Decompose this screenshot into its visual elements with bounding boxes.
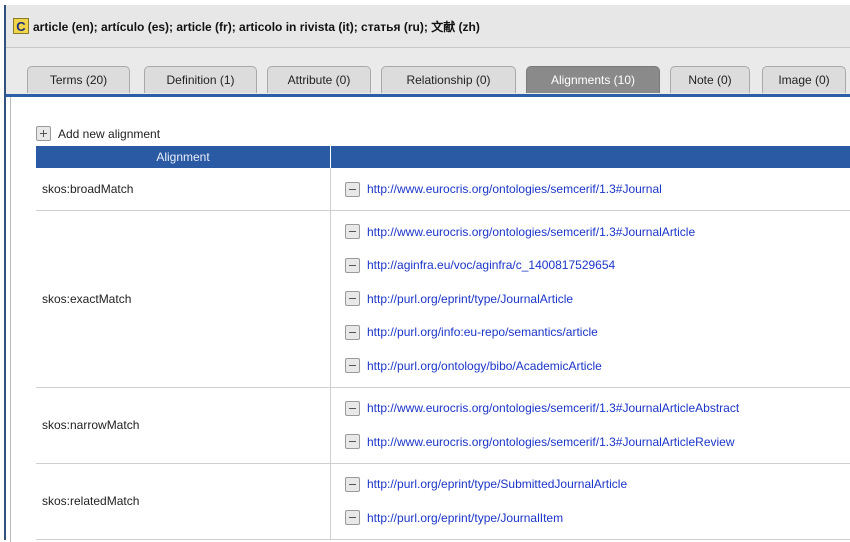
remove-alignment-button[interactable]: [345, 182, 360, 197]
table-row: skos:narrowMatch http://www.eurocris.org…: [36, 387, 850, 463]
tab-definition[interactable]: Definition (1): [144, 66, 257, 93]
alignment-uri-link[interactable]: http://purl.org/eprint/type/JournalArtic…: [367, 292, 573, 306]
table-header-row: Alignment: [36, 146, 850, 168]
alignment-type: skos:relatedMatch: [36, 463, 331, 539]
uri-cell: http://www.eurocris.org/ontologies/semce…: [331, 387, 850, 463]
remove-alignment-button[interactable]: [345, 434, 360, 449]
alignment-uri-link[interactable]: http://www.eurocris.org/ontologies/semce…: [367, 225, 695, 239]
tab-relationship[interactable]: Relationship (0): [381, 66, 516, 93]
list-item: http://purl.org/ontology/bibo/AcademicAr…: [345, 349, 850, 383]
alignment-type: skos:narrowMatch: [36, 387, 331, 463]
list-item: http://www.eurocris.org/ontologies/semce…: [345, 215, 850, 249]
add-alignment-row[interactable]: Add new alignment: [36, 126, 160, 141]
concept-title: article (en); artículo (es); article (fr…: [33, 18, 480, 35]
tab-alignments[interactable]: Alignments (10): [526, 66, 660, 93]
remove-alignment-button[interactable]: [345, 358, 360, 373]
tab-note[interactable]: Note (0): [670, 66, 750, 93]
uri-cell: http://www.eurocris.org/ontologies/semce…: [331, 211, 850, 388]
remove-alignment-button[interactable]: [345, 258, 360, 273]
list-item: http://purl.org/eprint/type/JournalArtic…: [345, 282, 850, 316]
tab-bar: Terms (20) Definition (1) Attribute (0) …: [6, 48, 850, 94]
alignments-content: Add new alignment Alignment skos:broadMa…: [6, 94, 850, 542]
remove-alignment-button[interactable]: [345, 401, 360, 416]
table-row: skos:exactMatch http://www.eurocris.org/…: [36, 211, 850, 388]
alignment-uri-link[interactable]: http://www.eurocris.org/ontologies/semce…: [367, 182, 662, 196]
uri-cell: http://purl.org/eprint/type/SubmittedJou…: [331, 463, 850, 539]
list-item: http://www.eurocris.org/ontologies/semce…: [345, 425, 850, 459]
tab-image[interactable]: Image (0): [762, 66, 846, 93]
alignment-column-header: Alignment: [36, 146, 331, 168]
list-item: http://www.eurocris.org/ontologies/semce…: [345, 392, 850, 426]
list-item: http://purl.org/info:eu-repo/semantics/a…: [345, 316, 850, 350]
list-item: http://aginfra.eu/voc/aginfra/c_14008175…: [345, 249, 850, 283]
concept-type-badge: C: [13, 18, 29, 34]
table-row: skos:relatedMatch http://purl.org/eprint…: [36, 463, 850, 539]
alignment-uri-link[interactable]: http://purl.org/ontology/bibo/AcademicAr…: [367, 359, 602, 373]
remove-alignment-button[interactable]: [345, 325, 360, 340]
alignments-table: Alignment skos:broadMatch http://www.eur…: [36, 146, 850, 540]
tab-terms[interactable]: Terms (20): [27, 66, 130, 93]
alignment-uri-link[interactable]: http://www.eurocris.org/ontologies/semce…: [367, 435, 735, 449]
remove-alignment-button[interactable]: [345, 477, 360, 492]
alignment-type: skos:exactMatch: [36, 211, 331, 388]
table-row: skos:broadMatch http://www.eurocris.org/…: [36, 168, 850, 211]
concept-panel: C article (en); artículo (es); article (…: [4, 5, 850, 540]
remove-alignment-button[interactable]: [345, 510, 360, 525]
concept-title-bar: C article (en); artículo (es); article (…: [6, 5, 850, 48]
alignment-uri-link[interactable]: http://purl.org/eprint/type/SubmittedJou…: [367, 477, 627, 491]
remove-alignment-button[interactable]: [345, 224, 360, 239]
uri-cell: http://www.eurocris.org/ontologies/semce…: [331, 168, 850, 211]
plus-icon[interactable]: [36, 126, 51, 141]
alignment-uri-link[interactable]: http://purl.org/info:eu-repo/semantics/a…: [367, 325, 598, 339]
remove-alignment-button[interactable]: [345, 291, 360, 306]
alignment-uri-link[interactable]: http://purl.org/eprint/type/JournalItem: [367, 511, 563, 525]
alignment-uri-link[interactable]: http://www.eurocris.org/ontologies/semce…: [367, 401, 739, 415]
list-item: http://purl.org/eprint/type/JournalItem: [345, 501, 850, 535]
alignment-uri-link[interactable]: http://aginfra.eu/voc/aginfra/c_14008175…: [367, 258, 615, 272]
alignment-type: skos:broadMatch: [36, 168, 331, 211]
add-alignment-label[interactable]: Add new alignment: [58, 127, 160, 141]
list-item: http://purl.org/eprint/type/SubmittedJou…: [345, 468, 850, 502]
uri-column-header: [331, 146, 850, 168]
tab-attribute[interactable]: Attribute (0): [267, 66, 371, 93]
list-item: http://www.eurocris.org/ontologies/semce…: [345, 168, 850, 210]
